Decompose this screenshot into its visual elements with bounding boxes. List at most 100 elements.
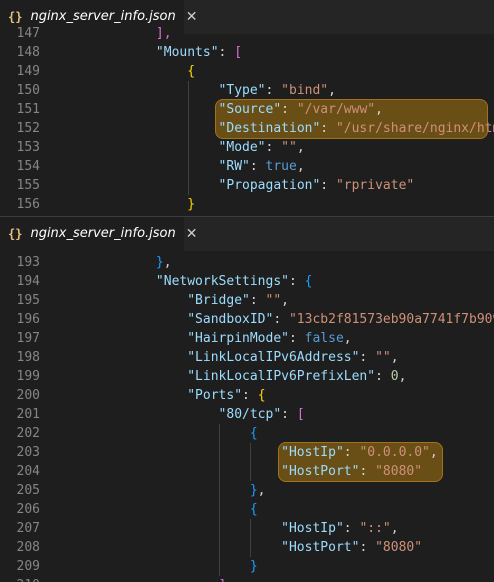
code-text: "LinkLocalIPv6Address": "", — [62, 348, 398, 367]
line-number: 200 — [16, 388, 40, 403]
code-line[interactable]: 148 "Mounts": [ — [0, 43, 494, 62]
code-text: "NetworkSettings": { — [62, 272, 313, 291]
code-line[interactable]: 202 { — [0, 424, 494, 443]
code-token: "Ports" — [187, 388, 243, 403]
code-line[interactable]: 156 } — [0, 195, 494, 214]
code-token: "Mode" — [218, 140, 266, 155]
line-number: 149 — [16, 64, 40, 79]
code-token: : — [288, 331, 305, 346]
code-line[interactable]: 208 "HostPort": "8080" — [0, 538, 494, 557]
code-line[interactable]: 195 "Bridge": "", — [0, 291, 494, 310]
code-text: "HostPort": "8080" — [62, 462, 422, 481]
code-line[interactable]: 151 "Source": "/var/www", — [0, 100, 494, 119]
code-token: { — [249, 426, 258, 441]
line-number: 206 — [16, 502, 40, 517]
code-text: }, — [62, 481, 266, 500]
code-token: , — [390, 521, 399, 536]
code-token: : — [375, 369, 391, 384]
code-line[interactable]: 201 "80/tcp": [ — [0, 405, 494, 424]
code-token: { — [249, 502, 258, 517]
code-line[interactable]: 205 }, — [0, 481, 494, 500]
line-number: 207 — [16, 521, 40, 536]
code-text: "Ports": { — [62, 386, 265, 405]
code-line[interactable]: 199 "LinkLocalIPv6PrefixLen": 0, — [0, 367, 494, 386]
code-text: ], — [62, 576, 235, 582]
line-number: 156 — [16, 197, 40, 212]
code-token: , — [429, 445, 438, 460]
line-number: 202 — [16, 426, 40, 441]
code-token: : — [359, 464, 376, 479]
code-token: : — [249, 159, 266, 174]
code-line[interactable]: 210 ], — [0, 576, 494, 582]
code-token: : — [359, 540, 376, 555]
code-token: "rprivate" — [335, 178, 415, 193]
code-token: "" — [281, 140, 297, 155]
code-text: { — [62, 424, 258, 443]
editor-pane-top[interactable]: {} nginx_server_info.json ✕ 147 ], 148 "M… — [0, 0, 494, 216]
code-line[interactable]: 193 }, — [0, 253, 494, 272]
line-number: 194 — [16, 274, 40, 289]
code-line[interactable]: 200 "Ports": { — [0, 386, 494, 405]
line-number: 152 — [16, 121, 40, 136]
code-line[interactable]: 194 "NetworkSettings": { — [0, 272, 494, 291]
code-token: : — [218, 45, 235, 60]
tab-title: nginx_server_info.json — [30, 226, 176, 241]
code-token: : — [281, 102, 297, 117]
line-number: 196 — [16, 312, 40, 327]
editor-pane-bottom[interactable]: {} nginx_server_info.json ✕ 193 }, 194 "N… — [0, 216, 494, 582]
tab-nginx-server-info[interactable]: {} nginx_server_info.json ✕ — [0, 217, 197, 251]
code-token: ], — [155, 26, 172, 41]
code-token: "/var/www" — [296, 102, 376, 117]
code-text: "LinkLocalIPv6PrefixLen": 0, — [62, 367, 406, 386]
code-line[interactable]: 155 "Propagation": "rprivate" — [0, 176, 494, 195]
close-icon[interactable]: ✕ — [186, 9, 198, 25]
code-token: : — [265, 83, 282, 98]
line-number: 204 — [16, 464, 40, 479]
code-token: "13cb2f81573eb90a7741f7b909d39c — [288, 312, 494, 327]
code-token: } — [249, 559, 258, 574]
code-text: "Type": "bind", — [62, 81, 336, 100]
code-token: , — [398, 369, 407, 384]
line-number: 148 — [16, 45, 40, 60]
code-line[interactable]: 196 "SandboxID": "13cb2f81573eb90a7741f7… — [0, 310, 494, 329]
code-token: "RW" — [218, 159, 250, 174]
code-token: : — [242, 388, 258, 403]
code-line[interactable]: 149 { — [0, 62, 494, 81]
code-token: "LinkLocalIPv6Address" — [187, 350, 360, 365]
code-token: : — [359, 350, 376, 365]
code-line[interactable]: 153 "Mode": "", — [0, 138, 494, 157]
code-token: , — [163, 255, 172, 270]
code-token: "" — [265, 293, 282, 308]
code-token: "SandboxID" — [187, 312, 274, 327]
code-line[interactable]: 203 "HostIp": "0.0.0.0", — [0, 443, 494, 462]
code-line[interactable]: 147 ], — [0, 24, 494, 43]
close-icon[interactable]: ✕ — [186, 226, 198, 242]
line-number: 198 — [16, 350, 40, 365]
code-line[interactable]: 197 "HairpinMode": false, — [0, 329, 494, 348]
code-line[interactable]: 150 "Type": "bind", — [0, 81, 494, 100]
code-text: "RW": true, — [62, 157, 305, 176]
code-line[interactable]: 154 "RW": true, — [0, 157, 494, 176]
code-line[interactable]: 198 "LinkLocalIPv6Address": "", — [0, 348, 494, 367]
code-line[interactable]: 207 "HostIp": "::", — [0, 519, 494, 538]
code-line[interactable]: 206 { — [0, 500, 494, 519]
code-token: "NetworkSettings" — [155, 274, 289, 289]
code-token: "" — [375, 350, 391, 365]
code-line[interactable]: 152 "Destination": "/usr/share/nginx/htm… — [0, 119, 494, 138]
code-token: { — [304, 274, 313, 289]
code-line[interactable]: 204 "HostPort": "8080" — [0, 462, 494, 481]
code-token: : — [343, 521, 360, 536]
code-text: } — [62, 557, 258, 576]
code-text: { — [62, 62, 195, 81]
code-line[interactable]: 209 } — [0, 557, 494, 576]
